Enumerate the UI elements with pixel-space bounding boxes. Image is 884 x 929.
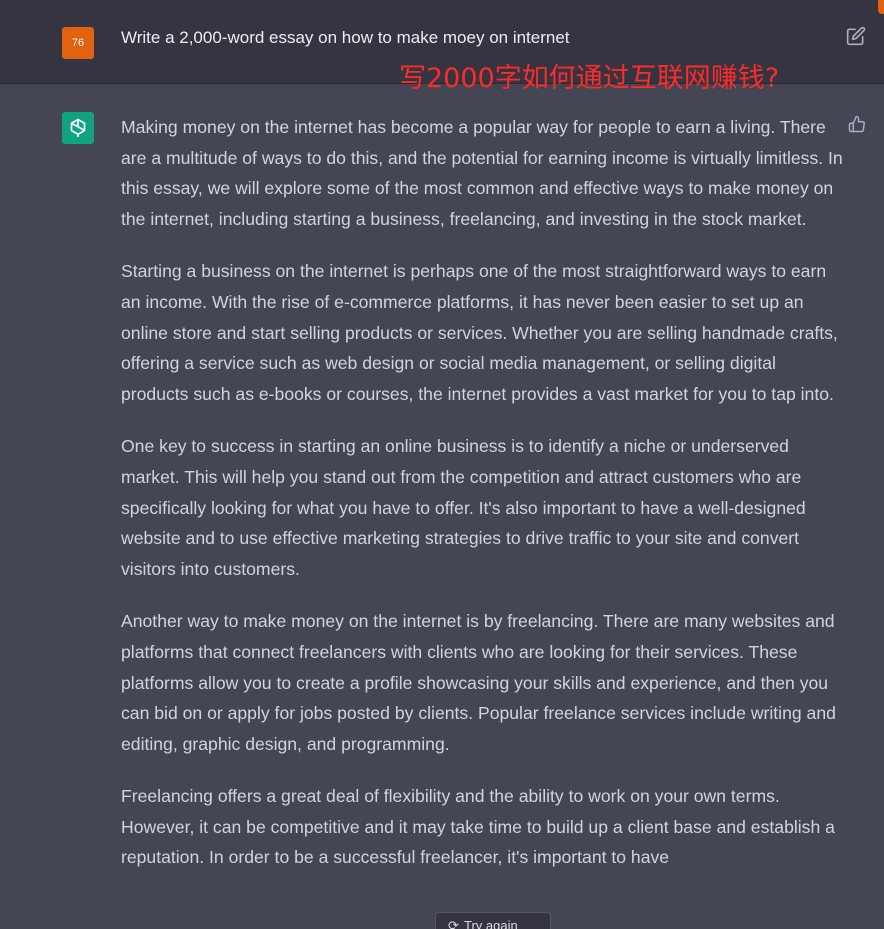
answer-paragraph: Freelancing offers a great deal of flexi… [121, 786, 835, 868]
edit-icon [846, 26, 866, 46]
corner-marker [878, 0, 884, 14]
user-avatar: 76 [62, 27, 94, 59]
edit-message-button[interactable] [846, 26, 870, 50]
assistant-avatar [62, 112, 94, 144]
answer-paragraph: Making money on the internet has become … [121, 117, 843, 229]
thumbs-up-button[interactable] [848, 115, 870, 137]
assistant-message-row: Making money on the internet has become … [0, 85, 884, 929]
answer-paragraph: Starting a business on the internet is p… [121, 261, 838, 404]
refresh-icon: ⟳ [448, 918, 459, 929]
try-again-label: Try again [464, 918, 518, 929]
assistant-answer: Making money on the internet has become … [121, 112, 845, 895]
answer-paragraph: Another way to make money on the interne… [121, 611, 836, 754]
thumbs-up-icon [848, 115, 865, 133]
user-prompt-text: Write a 2,000-word essay on how to make … [121, 28, 570, 47]
answer-paragraph: One key to success in starting an online… [121, 436, 806, 579]
openai-logo-icon [70, 118, 86, 137]
try-again-button[interactable]: ⟳ Try again [435, 912, 551, 929]
